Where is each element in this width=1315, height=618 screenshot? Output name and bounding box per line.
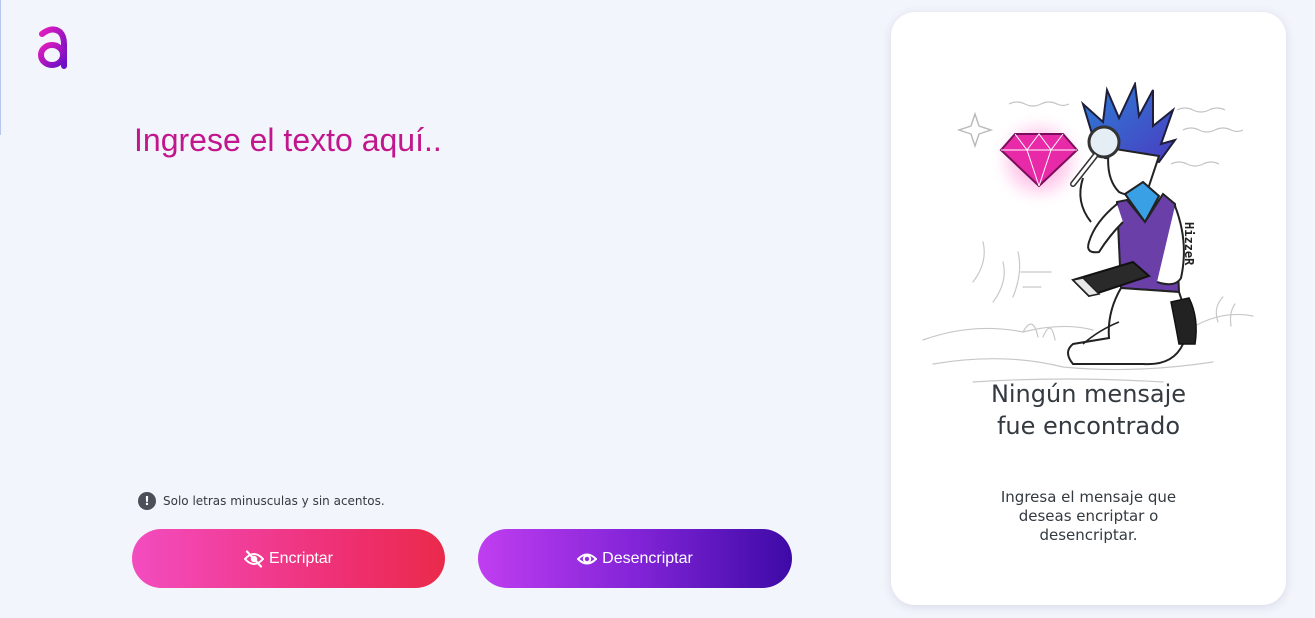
left-edge-line [0,0,1,135]
exclamation-circle-icon: ! [138,492,156,510]
no-message-title: Ningún mensaje fue encontrado [990,380,1187,440]
hint-text: Solo letras minusculas y sin acentos. [163,494,385,508]
encrypt-button[interactable]: Encriptar [132,529,445,588]
logo-icon [38,26,67,69]
message-input[interactable] [134,112,774,482]
decrypt-button[interactable]: Desencriptar [478,529,792,588]
decrypt-label: Desencriptar [602,549,693,567]
detective-illustration: HizzeR [922,82,1254,383]
encrypt-label: Encriptar [268,549,334,567]
no-message-text: Ingresa el mensaje que deseas encriptar … [1000,488,1177,544]
page: ! Solo letras minusculas y sin acentos. … [0,0,1315,618]
eye-icon [577,553,598,564]
eye-slash-icon [243,549,264,568]
output-panel: HizzeR Ningún mensaje fue encontrado Ing… [891,12,1286,605]
illustration-signature: HizzeR [1182,222,1196,266]
input-hint: ! Solo letras minusculas y sin acentos. [138,492,385,510]
